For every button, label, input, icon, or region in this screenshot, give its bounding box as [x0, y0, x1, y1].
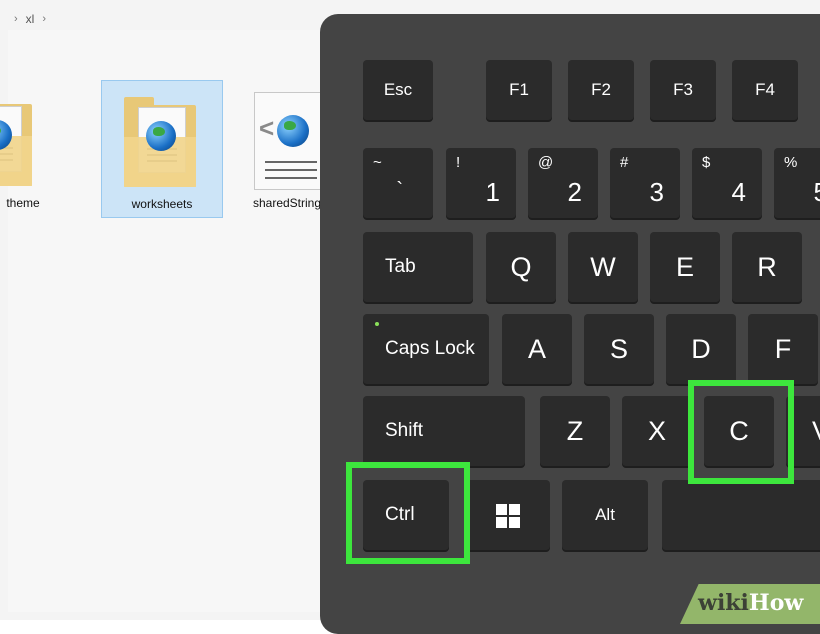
- key-z[interactable]: Z: [540, 396, 610, 466]
- key-4[interactable]: $ 4: [692, 148, 762, 218]
- key-caps-lock[interactable]: Caps Lock: [363, 314, 489, 384]
- key-label: Tab: [385, 256, 416, 277]
- key-shift-symbol: ~: [373, 154, 382, 171]
- key-tab[interactable]: Tab: [363, 232, 473, 302]
- wikihow-watermark: wikiHow: [698, 590, 803, 616]
- key-shift-symbol: $: [702, 154, 711, 171]
- windows-logo-icon: [496, 504, 520, 528]
- key-label: E: [675, 251, 694, 282]
- key-label: Caps Lock: [385, 338, 475, 359]
- key-shift-symbol: #: [620, 154, 629, 171]
- highlight-c: [688, 380, 794, 484]
- folder-item-theme[interactable]: theme: [0, 80, 58, 216]
- breadcrumb-item-xl[interactable]: xl: [26, 12, 35, 26]
- key-d[interactable]: D: [666, 314, 736, 384]
- key-s[interactable]: S: [584, 314, 654, 384]
- key-f3[interactable]: F3: [650, 60, 716, 120]
- folder-item-worksheets[interactable]: worksheets: [101, 80, 223, 218]
- key-label: F2: [591, 80, 611, 99]
- key-1[interactable]: ! 1: [446, 148, 516, 218]
- key-e[interactable]: E: [650, 232, 720, 302]
- key-f[interactable]: F: [748, 314, 818, 384]
- key-5[interactable]: % 5: [774, 148, 820, 218]
- key-w[interactable]: W: [568, 232, 638, 302]
- key-3[interactable]: # 3: [610, 148, 680, 218]
- key-label: Z: [566, 415, 584, 446]
- key-label: R: [757, 251, 777, 282]
- key-shift-symbol: !: [456, 154, 461, 171]
- key-r[interactable]: R: [732, 232, 802, 302]
- key-main-symbol: 2: [567, 177, 582, 207]
- key-shift-symbol: %: [784, 154, 798, 171]
- key-label: W: [590, 251, 616, 282]
- watermark-wiki-text: wiki: [698, 590, 749, 616]
- key-esc[interactable]: Esc: [363, 60, 433, 120]
- key-alt[interactable]: Alt: [562, 480, 648, 550]
- key-x[interactable]: X: [622, 396, 692, 466]
- chevron-right-icon[interactable]: ›: [42, 13, 46, 25]
- key-2[interactable]: @ 2: [528, 148, 598, 218]
- web-document-folder-icon: [0, 96, 32, 186]
- key-label: F4: [755, 80, 775, 99]
- key-main-symbol: 3: [649, 177, 664, 207]
- key-f1[interactable]: F1: [486, 60, 552, 120]
- watermark-how-text: How: [748, 590, 804, 616]
- key-label: X: [647, 415, 666, 446]
- chevron-right-icon[interactable]: ›: [14, 13, 18, 25]
- key-main-symbol: 5: [814, 177, 820, 208]
- key-q[interactable]: Q: [486, 232, 556, 302]
- key-label: Esc: [383, 80, 413, 99]
- key-windows[interactable]: [466, 480, 550, 550]
- key-shift-symbol: @: [538, 154, 554, 171]
- key-label: S: [609, 333, 628, 364]
- key-a[interactable]: A: [502, 314, 572, 384]
- web-document-folder-icon: [124, 97, 196, 187]
- key-main-symbol: `: [396, 179, 403, 201]
- key-backtick[interactable]: ~ `: [363, 148, 433, 218]
- key-label: F1: [509, 80, 529, 99]
- folder-label: theme: [6, 196, 40, 210]
- key-f2[interactable]: F2: [568, 60, 634, 120]
- key-label: Q: [510, 251, 532, 282]
- key-shift[interactable]: Shift: [363, 396, 525, 466]
- xml-document-icon: <: [254, 92, 328, 190]
- key-label: F: [774, 333, 792, 364]
- keyboard: Esc F1 F2 F3 F4 ~ ` ! 1 @ 2 # 3 $ 4 % 5 …: [320, 14, 820, 634]
- key-space[interactable]: [662, 480, 820, 550]
- key-label: D: [691, 333, 711, 364]
- key-main-symbol: 1: [485, 177, 500, 207]
- key-label: Alt: [595, 505, 615, 524]
- key-label: F3: [673, 80, 693, 99]
- key-f4[interactable]: F4: [732, 60, 798, 120]
- key-label: Shift: [385, 420, 424, 441]
- folder-label: worksheets: [131, 197, 193, 211]
- highlight-ctrl: [346, 462, 470, 564]
- key-label: A: [527, 333, 546, 364]
- key-main-symbol: 4: [731, 177, 746, 207]
